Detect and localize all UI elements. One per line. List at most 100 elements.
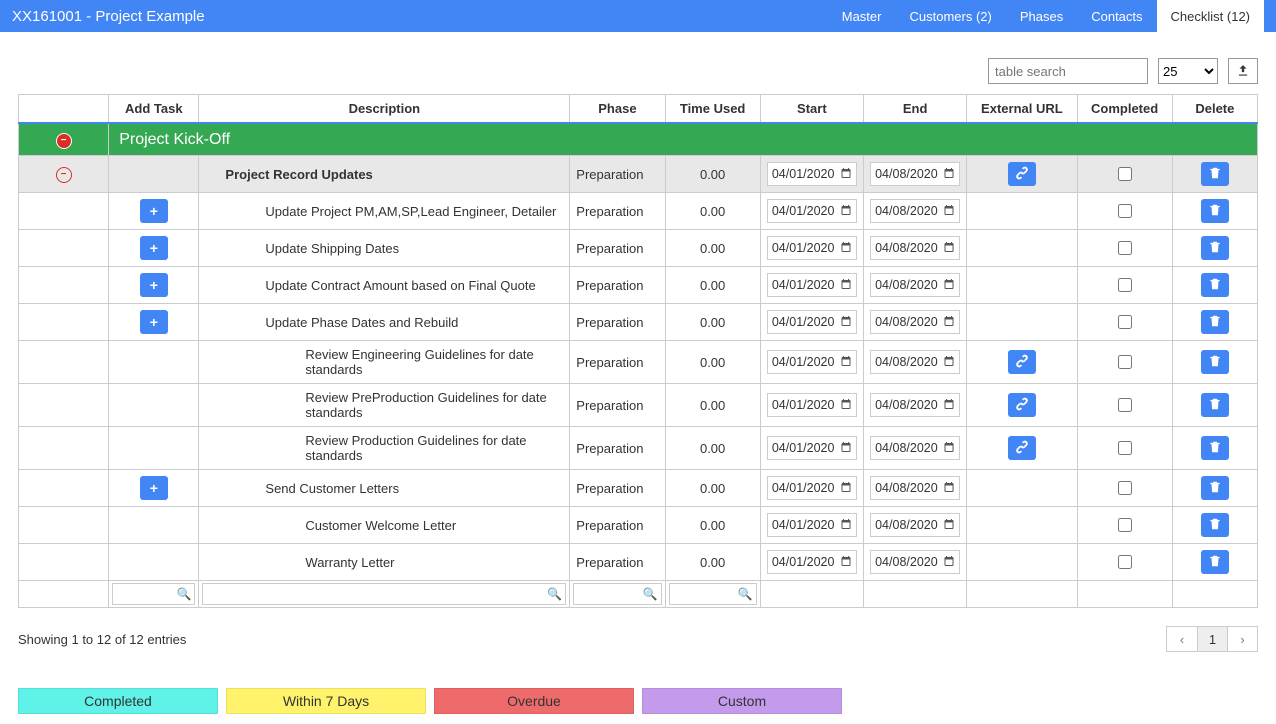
pager-prev[interactable]: ‹: [1167, 627, 1197, 651]
trash-icon: [1208, 240, 1222, 257]
end-date-input[interactable]: 04/08/2020: [870, 236, 960, 260]
plus-icon: [150, 240, 158, 256]
completed-checkbox[interactable]: [1118, 241, 1132, 255]
col-end[interactable]: End: [863, 95, 966, 124]
table-row: Customer Welcome LetterPreparation0.0004…: [19, 507, 1258, 544]
start-date-input[interactable]: 04/01/2020: [767, 162, 857, 186]
external-url-button[interactable]: [1008, 393, 1036, 417]
completed-checkbox[interactable]: [1118, 518, 1132, 532]
upload-button[interactable]: [1228, 58, 1258, 84]
tab-checklist-12-[interactable]: Checklist (12): [1157, 0, 1264, 32]
table-header-row: Add Task Description Phase Time Used Sta…: [19, 95, 1258, 124]
col-delete[interactable]: Delete: [1172, 95, 1257, 124]
add-task-button[interactable]: [140, 476, 168, 500]
start-date-input[interactable]: 04/01/2020: [767, 550, 857, 574]
col-url[interactable]: External URL: [967, 95, 1077, 124]
delete-button[interactable]: [1201, 436, 1229, 460]
start-date-input[interactable]: 04/01/2020: [767, 513, 857, 537]
col-description[interactable]: Description: [199, 95, 570, 124]
table-row: −Project Record UpdatesPreparation0.0004…: [19, 156, 1258, 193]
delete-button[interactable]: [1201, 273, 1229, 297]
completed-checkbox[interactable]: [1118, 315, 1132, 329]
filter-desc[interactable]: [202, 583, 566, 605]
collapse-icon[interactable]: −: [56, 167, 72, 183]
date-value: 04/01/2020: [772, 167, 835, 181]
plus-icon: [150, 277, 158, 293]
col-time[interactable]: Time Used: [665, 95, 760, 124]
cell-phase: Preparation: [570, 230, 665, 267]
calendar-icon: [943, 355, 955, 370]
end-date-input[interactable]: 04/08/2020: [870, 199, 960, 223]
pager-page-1[interactable]: 1: [1197, 627, 1227, 651]
delete-button[interactable]: [1201, 236, 1229, 260]
completed-checkbox[interactable]: [1118, 167, 1132, 181]
end-date-input[interactable]: 04/08/2020: [870, 550, 960, 574]
add-task-button[interactable]: [140, 273, 168, 297]
delete-button[interactable]: [1201, 393, 1229, 417]
external-url-button[interactable]: [1008, 436, 1036, 460]
add-task-button[interactable]: [140, 199, 168, 223]
end-date-input[interactable]: 04/08/2020: [870, 513, 960, 537]
completed-checkbox[interactable]: [1118, 278, 1132, 292]
cell-time: 0.00: [665, 304, 760, 341]
start-date-input[interactable]: 04/01/2020: [767, 476, 857, 500]
group-title: Project Kick-Off: [109, 123, 1258, 156]
end-date-input[interactable]: 04/08/2020: [870, 393, 960, 417]
start-date-input[interactable]: 04/01/2020: [767, 350, 857, 374]
collapse-icon[interactable]: −: [56, 133, 72, 149]
tab-customers-2-[interactable]: Customers (2): [895, 0, 1005, 32]
date-value: 04/01/2020: [772, 241, 835, 255]
col-start[interactable]: Start: [760, 95, 863, 124]
delete-button[interactable]: [1201, 350, 1229, 374]
pager-next[interactable]: ›: [1227, 627, 1257, 651]
add-task-button[interactable]: [140, 310, 168, 334]
date-value: 04/01/2020: [772, 315, 835, 329]
completed-checkbox[interactable]: [1118, 355, 1132, 369]
search-input[interactable]: [988, 58, 1148, 84]
table-row: Update Contract Amount based on Final Qu…: [19, 267, 1258, 304]
page-size-select[interactable]: 25: [1158, 58, 1218, 84]
completed-checkbox[interactable]: [1118, 555, 1132, 569]
cell-description: Update Project PM,AM,SP,Lead Engineer, D…: [199, 193, 570, 230]
end-date-input[interactable]: 04/08/2020: [870, 310, 960, 334]
tab-phases[interactable]: Phases: [1006, 0, 1077, 32]
external-url-button[interactable]: [1008, 350, 1036, 374]
cell-description: Update Contract Amount based on Final Qu…: [199, 267, 570, 304]
start-date-input[interactable]: 04/01/2020: [767, 199, 857, 223]
end-date-input[interactable]: 04/08/2020: [870, 436, 960, 460]
calendar-icon: [943, 441, 955, 456]
col-phase[interactable]: Phase: [570, 95, 665, 124]
tab-contacts[interactable]: Contacts: [1077, 0, 1156, 32]
completed-checkbox[interactable]: [1118, 398, 1132, 412]
start-date-input[interactable]: 04/01/2020: [767, 310, 857, 334]
end-date-input[interactable]: 04/08/2020: [870, 350, 960, 374]
table-row: Send Customer LettersPreparation0.0004/0…: [19, 470, 1258, 507]
calendar-icon: [840, 355, 852, 370]
add-task-button[interactable]: [140, 236, 168, 260]
delete-button[interactable]: [1201, 162, 1229, 186]
delete-button[interactable]: [1201, 199, 1229, 223]
end-date-input[interactable]: 04/08/2020: [870, 273, 960, 297]
delete-button[interactable]: [1201, 513, 1229, 537]
tab-master[interactable]: Master: [828, 0, 896, 32]
delete-button[interactable]: [1201, 550, 1229, 574]
end-date-input[interactable]: 04/08/2020: [870, 476, 960, 500]
col-completed[interactable]: Completed: [1077, 95, 1172, 124]
end-date-input[interactable]: 04/08/2020: [870, 162, 960, 186]
external-url-button[interactable]: [1008, 162, 1036, 186]
col-collapse: [19, 95, 109, 124]
completed-checkbox[interactable]: [1118, 204, 1132, 218]
delete-button[interactable]: [1201, 476, 1229, 500]
calendar-icon: [840, 398, 852, 413]
completed-checkbox[interactable]: [1118, 481, 1132, 495]
cell-time: 0.00: [665, 507, 760, 544]
date-value: 04/08/2020: [875, 555, 938, 569]
col-addtask[interactable]: Add Task: [109, 95, 199, 124]
delete-button[interactable]: [1201, 310, 1229, 334]
start-date-input[interactable]: 04/01/2020: [767, 436, 857, 460]
start-date-input[interactable]: 04/01/2020: [767, 236, 857, 260]
completed-checkbox[interactable]: [1118, 441, 1132, 455]
start-date-input[interactable]: 04/01/2020: [767, 273, 857, 297]
plus-icon: [150, 314, 158, 330]
start-date-input[interactable]: 04/01/2020: [767, 393, 857, 417]
